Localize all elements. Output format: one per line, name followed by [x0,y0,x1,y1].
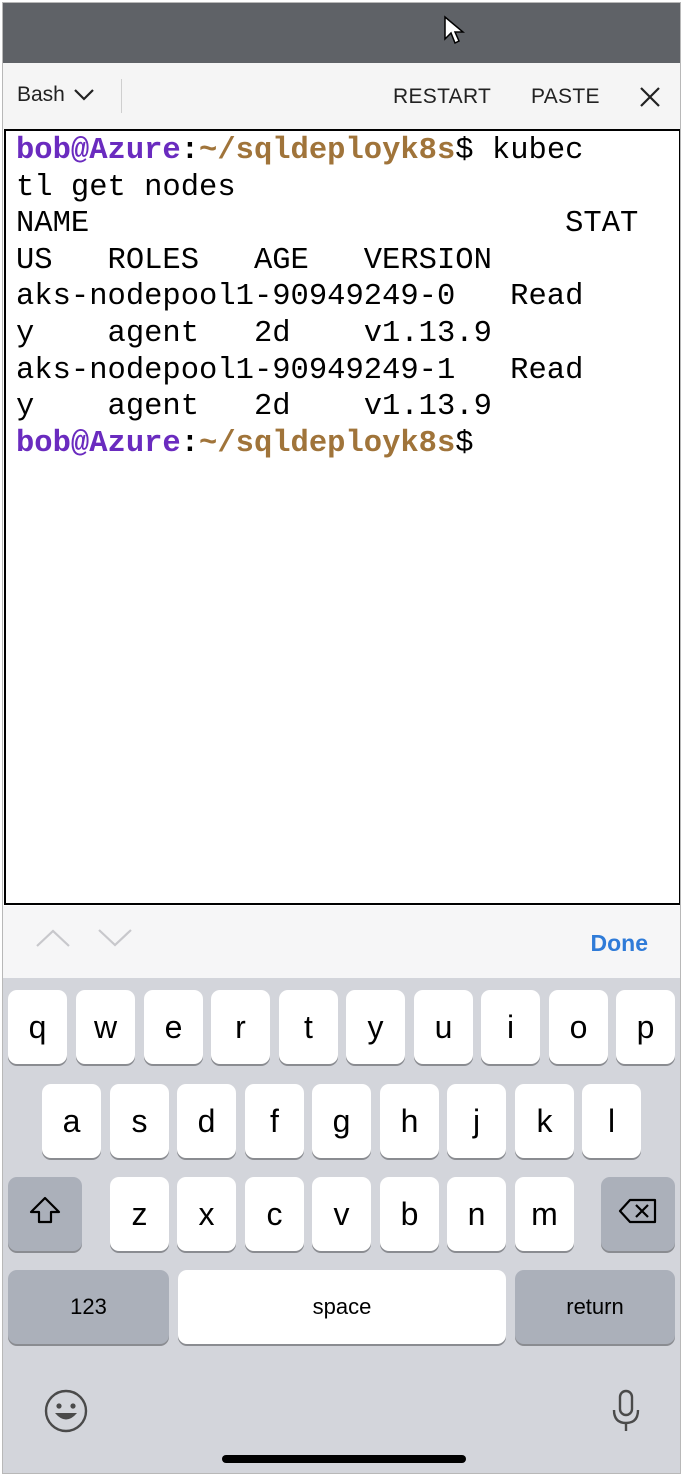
prompt-symbol: $ [455,426,474,461]
top-bar [3,3,680,63]
command-text: kubec [473,134,584,168]
key-n[interactable]: n [447,1177,506,1251]
backspace-icon [618,1196,658,1233]
home-indicator [222,1455,466,1463]
key-d[interactable]: d [177,1084,236,1158]
key-f[interactable]: f [245,1084,304,1158]
output-line: NAME STAT [16,207,639,242]
terminal-pane[interactable]: bob@Azure:~/sqldeployk8s$ kubec tl get n… [4,129,680,905]
prompt-colon: : [180,426,200,461]
key-y[interactable]: y [346,990,405,1064]
output-line: y agent 2d v1.13.9 [16,390,492,425]
prompt-symbol: $ [455,134,474,168]
key-c[interactable]: c [245,1177,304,1251]
prompt-user: bob@Azure [16,426,181,461]
key-l[interactable]: l [582,1084,641,1158]
done-button[interactable]: Done [591,930,649,957]
app-frame: Bash RESTART PASTE bob@Azure:~/sqldeploy… [2,2,681,1474]
key-w[interactable]: w [76,990,135,1064]
keyboard: q w e r t y u i o p a s d f g h j k l z … [3,978,680,1473]
shift-icon [28,1195,62,1233]
key-k[interactable]: k [515,1084,574,1158]
prompt-colon: : [180,134,200,168]
output-line: US ROLES AGE VERSION [16,243,492,278]
prompt-path: ~/sqldeployk8s [199,426,456,461]
space-key[interactable]: space [178,1270,506,1344]
cursor-icon [443,15,466,52]
key-i[interactable]: i [481,990,540,1064]
key-x[interactable]: x [177,1177,236,1251]
shell-toolbar: Bash RESTART PASTE [3,63,680,129]
key-g[interactable]: g [312,1084,371,1158]
key-j[interactable]: j [447,1084,506,1158]
key-t[interactable]: t [279,990,338,1064]
key-r[interactable]: r [211,990,270,1064]
keyboard-accessory-bar: Done [3,906,680,978]
microphone-icon[interactable] [611,1388,641,1439]
key-o[interactable]: o [549,990,608,1064]
shell-selector[interactable]: Bash [17,83,95,107]
key-p[interactable]: p [616,990,675,1064]
key-e[interactable]: e [144,990,203,1064]
backspace-key[interactable] [601,1177,675,1251]
shift-key[interactable] [8,1177,82,1251]
output-line: y agent 2d v1.13.9 [16,316,492,351]
key-b[interactable]: b [380,1177,439,1251]
key-s[interactable]: s [110,1084,169,1158]
chevron-down-icon [73,88,95,102]
shell-label: Bash [17,83,65,106]
output-line: aks-nodepool1-90949249-0 Read [16,280,584,315]
numbers-key[interactable]: 123 [8,1270,169,1344]
emoji-icon[interactable] [43,1388,89,1439]
toolbar-divider [121,79,122,113]
key-h[interactable]: h [380,1084,439,1158]
output-line: aks-nodepool1-90949249-1 Read [16,353,584,388]
key-q[interactable]: q [8,990,67,1064]
close-icon[interactable] [639,86,661,113]
paste-button[interactable]: PASTE [531,85,600,109]
restart-button[interactable]: RESTART [393,85,491,109]
key-m[interactable]: m [515,1177,574,1251]
key-z[interactable]: z [110,1177,169,1251]
key-a[interactable]: a [42,1084,101,1158]
arrow-up-icon[interactable] [35,928,71,953]
prompt-user: bob@Azure [16,134,181,168]
key-u[interactable]: u [414,990,473,1064]
command-text-cont: tl get nodes [16,170,236,205]
terminal-output: bob@Azure:~/sqldeployk8s$ kubec tl get n… [6,131,679,462]
arrow-down-icon[interactable] [97,928,133,953]
prompt-path: ~/sqldeployk8s [199,134,456,168]
key-v[interactable]: v [312,1177,371,1251]
return-key[interactable]: return [515,1270,675,1344]
